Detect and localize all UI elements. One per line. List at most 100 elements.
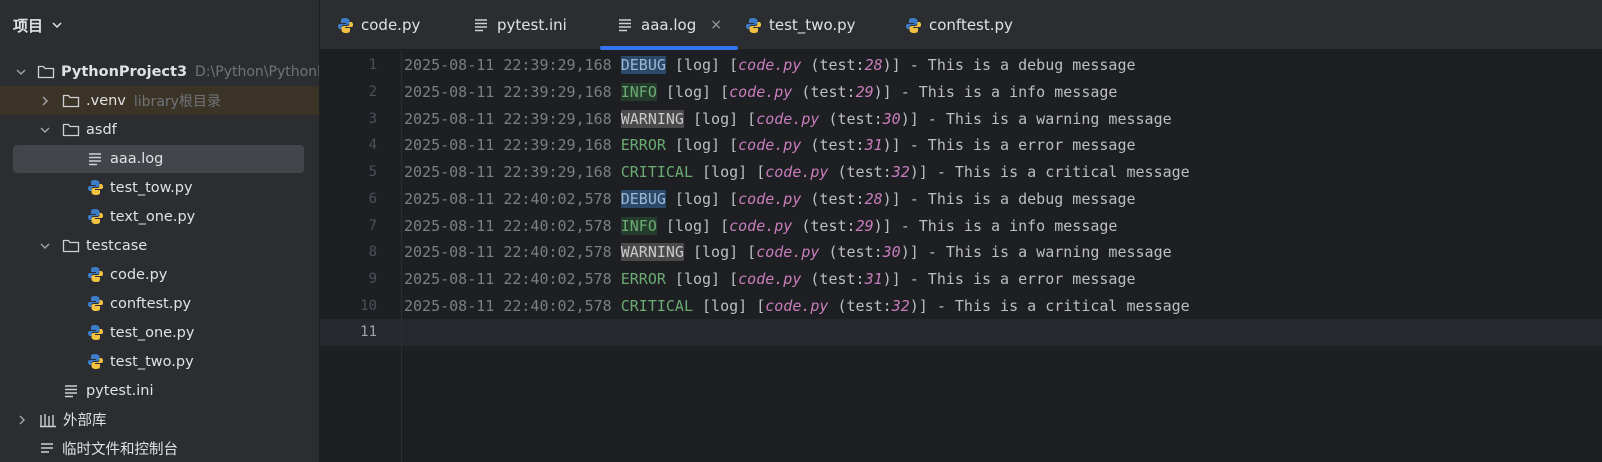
log-level: WARNING xyxy=(620,110,684,128)
close-icon[interactable]: × xyxy=(710,17,722,33)
log-level: WARNING xyxy=(620,243,684,261)
python-file-icon xyxy=(904,16,922,34)
log-level: DEBUG xyxy=(620,56,666,74)
log-text: [log] [ xyxy=(693,163,766,181)
log-text: (test: xyxy=(801,56,865,74)
project-sidebar: 项目 PythonProject3 D:\Python\PythonP .ven… xyxy=(0,0,320,462)
log-text: (test: xyxy=(801,136,865,154)
log-text: (test: xyxy=(801,190,865,208)
line-number: 3 xyxy=(368,111,377,127)
log-text: [log] [ xyxy=(665,270,739,288)
tree-item-test-two-py[interactable]: test_two.py xyxy=(0,347,319,376)
log-line: 2025-08-11 22:40:02,578 CRITICAL [log] [… xyxy=(404,293,1190,320)
tab-label: pytest.ini xyxy=(497,16,567,34)
tree-item-label: test_one.py xyxy=(110,324,195,341)
chevron-down-icon[interactable] xyxy=(38,123,52,137)
line-number: 6 xyxy=(368,191,377,207)
tree-item-testcase[interactable]: testcase xyxy=(0,231,319,260)
log-file: code.py xyxy=(765,297,829,315)
tab-aaa-log[interactable]: aaa.log × xyxy=(600,0,738,50)
log-timestamp: 2025-08-11 22:40:02,578 xyxy=(404,297,612,315)
tree-item-code-py[interactable]: code.py xyxy=(0,260,319,289)
current-line-highlight xyxy=(320,319,1602,346)
text-file-icon xyxy=(62,382,80,400)
log-line-number: 32 xyxy=(891,297,910,315)
log-timestamp: 2025-08-11 22:40:02,578 xyxy=(404,217,612,235)
log-text: (test: xyxy=(792,217,856,235)
log-message: )] - This is a info message xyxy=(873,217,1118,235)
tree-item-pytest-ini[interactable]: pytest.ini xyxy=(0,376,319,405)
log-timestamp: 2025-08-11 22:40:02,578 xyxy=(404,270,612,288)
tree-item-text-one-py[interactable]: text_one.py xyxy=(0,202,319,231)
tree-item-aaa-log[interactable]: aaa.log xyxy=(0,144,319,173)
chevron-down-icon[interactable] xyxy=(15,65,27,79)
line-number: 2 xyxy=(368,84,377,100)
text-file-icon xyxy=(86,150,104,168)
chevron-right-icon[interactable] xyxy=(38,94,52,108)
log-line: 2025-08-11 22:39:29,168 WARNING [log] [c… xyxy=(404,106,1172,133)
python-file-icon xyxy=(86,353,104,371)
chevron-down-icon[interactable] xyxy=(51,19,63,31)
tree-item-label: 临时文件和控制台 xyxy=(62,442,178,458)
folder-icon xyxy=(37,63,55,81)
folder-icon xyxy=(62,121,80,139)
log-text: (test: xyxy=(819,110,883,128)
project-panel-header[interactable]: 项目 xyxy=(0,0,319,50)
tab-label: aaa.log xyxy=(641,16,697,34)
chevron-down-icon[interactable] xyxy=(38,239,52,253)
tab-conftest-py[interactable]: conftest.py xyxy=(904,0,1013,50)
log-timestamp: 2025-08-11 22:40:02,578 xyxy=(404,190,612,208)
log-line-number: 31 xyxy=(864,136,883,154)
log-timestamp: 2025-08-11 22:39:29,168 xyxy=(404,110,612,128)
code-editor[interactable]: 1 2 3 4 5 6 7 8 9 10 11 2025-08-11 22:39… xyxy=(320,51,1602,462)
chevron-right-icon[interactable] xyxy=(15,413,29,427)
tab-pytest-ini[interactable]: pytest.ini xyxy=(472,0,567,50)
tab-test-two-py[interactable]: test_two.py xyxy=(744,0,856,50)
log-text: [log] [ xyxy=(656,217,730,235)
python-file-icon xyxy=(86,266,104,284)
python-file-icon xyxy=(336,16,354,34)
log-text: [log] [ xyxy=(665,56,739,74)
tab-label: conftest.py xyxy=(929,16,1013,34)
log-message: )] - This is a error message xyxy=(882,136,1136,154)
editor-tab-bar: code.py pytest.ini aaa.log × test_two.py… xyxy=(320,0,1602,50)
log-message: )] - This is a info message xyxy=(873,83,1118,101)
tab-code-py[interactable]: code.py xyxy=(336,0,420,50)
tree-item-scratches[interactable]: 临时文件和控制台 xyxy=(0,434,319,462)
tree-item-venv[interactable]: .venv library根目录 xyxy=(0,86,319,115)
tree-item-test-tow-py[interactable]: test_tow.py xyxy=(0,173,319,202)
log-text: (test: xyxy=(801,270,865,288)
tree-item-label: test_tow.py xyxy=(110,179,193,196)
tree-item-pythonproject3[interactable]: PythonProject3 D:\Python\PythonP xyxy=(0,57,320,86)
tree-item-conftest-py[interactable]: conftest.py xyxy=(0,289,319,318)
tree-item-label: asdf xyxy=(86,121,117,138)
log-line: 2025-08-11 22:39:29,168 ERROR [log] [cod… xyxy=(404,132,1136,159)
log-line-number: 28 xyxy=(864,56,883,74)
log-timestamp: 2025-08-11 22:40:02,578 xyxy=(404,243,612,261)
line-number-current: 11 xyxy=(360,324,377,340)
log-file: code.py xyxy=(738,190,802,208)
python-file-icon xyxy=(86,208,104,226)
log-message: )] - This is a warning message xyxy=(900,110,1172,128)
log-timestamp: 2025-08-11 22:39:29,168 xyxy=(404,56,612,74)
tree-item-test-one-py[interactable]: test_one.py xyxy=(0,318,319,347)
log-file: code.py xyxy=(738,270,802,288)
line-number: 9 xyxy=(368,271,377,287)
log-file: code.py xyxy=(765,163,829,181)
tree-item-asdf[interactable]: asdf xyxy=(0,115,319,144)
python-file-icon xyxy=(744,16,762,34)
log-line-number: 32 xyxy=(891,163,910,181)
tree-item-label: code.py xyxy=(110,266,168,283)
tree-item-external-libraries[interactable]: 外部库 xyxy=(0,405,319,434)
log-file: code.py xyxy=(729,217,793,235)
log-message: )] - This is a warning message xyxy=(900,243,1172,261)
log-message: )] - This is a debug message xyxy=(882,190,1136,208)
tree-item-path-hint: D:\Python\PythonP xyxy=(195,63,320,80)
tree-item-library-hint: library根目录 xyxy=(133,93,221,110)
line-number: 10 xyxy=(360,298,377,314)
log-level: CRITICAL xyxy=(620,163,693,181)
text-file-icon xyxy=(616,16,634,34)
python-file-icon xyxy=(86,324,104,342)
line-number: 4 xyxy=(368,137,377,153)
log-line: 2025-08-11 22:39:29,168 CRITICAL [log] [… xyxy=(404,159,1190,186)
